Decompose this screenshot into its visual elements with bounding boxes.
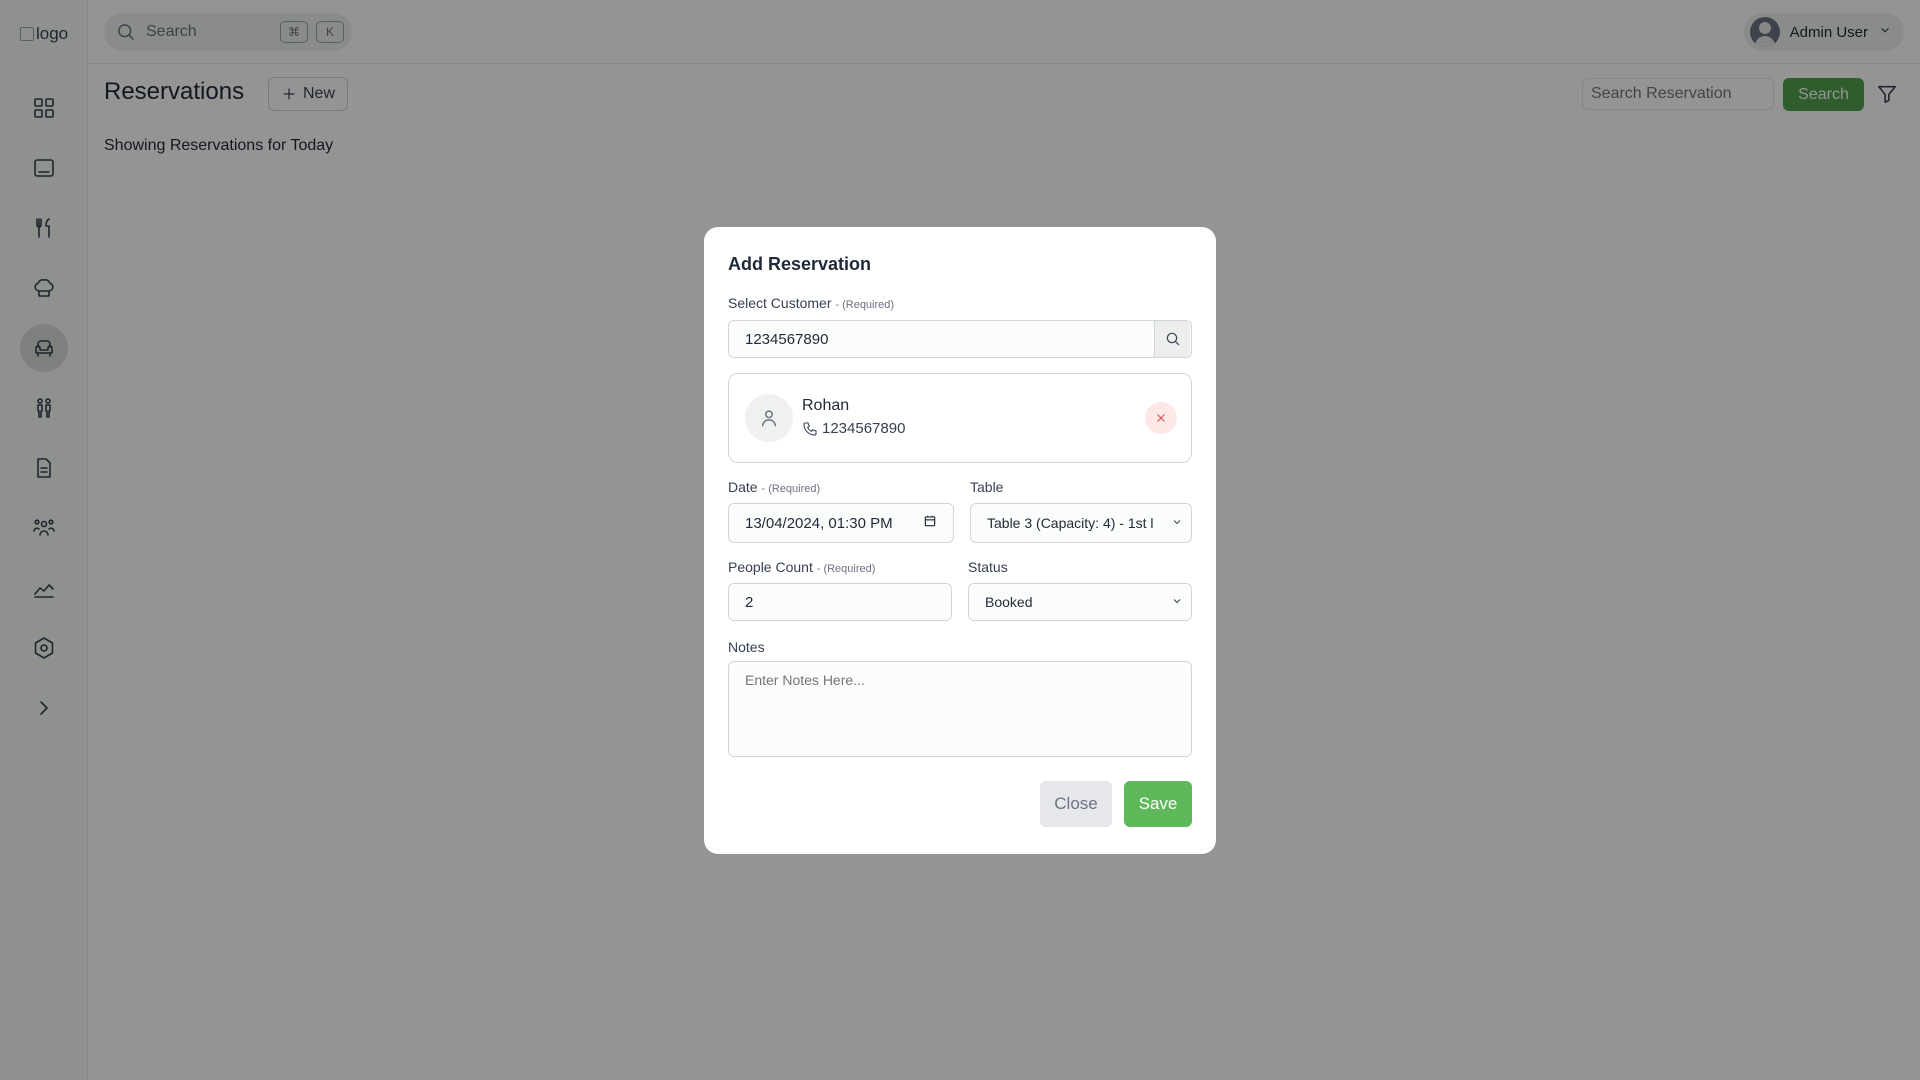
remove-customer-button[interactable] (1145, 402, 1177, 434)
status-label: Status (968, 559, 1008, 575)
people-count-input[interactable]: 2 (728, 583, 952, 621)
customer-search-value: 1234567890 (745, 330, 829, 348)
date-label: Date - (Required) (728, 479, 820, 495)
date-input[interactable]: 13/04/2024, 01:30 PM (728, 503, 954, 543)
close-icon (1157, 414, 1165, 422)
required-hint: - (Required) (761, 483, 821, 495)
people-count-value: 2 (745, 593, 754, 611)
status-select[interactable]: Booked (968, 583, 1192, 621)
customer-phone: 1234567890 (802, 420, 905, 437)
people-count-label: People Count - (Required) (728, 559, 875, 575)
notes-label: Notes (728, 639, 765, 655)
user-icon (761, 410, 777, 427)
table-label: Table (970, 479, 1004, 495)
chevron-down-icon (1171, 515, 1183, 531)
customer-label: Select Customer - (Required) (728, 295, 894, 311)
customer-search-input[interactable]: 1234567890 (728, 320, 1192, 358)
status-value: Booked (985, 594, 1033, 610)
customer-avatar (745, 394, 793, 442)
selected-customer-card: Rohan 1234567890 (728, 373, 1192, 463)
phone-icon (803, 421, 817, 436)
customer-name: Rohan (802, 397, 850, 414)
customer-label-text: Select Customer (728, 295, 832, 311)
save-button[interactable]: Save (1124, 781, 1192, 827)
customer-phone-value: 1234567890 (822, 420, 906, 437)
close-button[interactable]: Close (1040, 781, 1112, 827)
notes-textarea[interactable] (728, 661, 1192, 757)
people-label-text: People Count (728, 559, 813, 575)
date-value: 13/04/2024, 01:30 PM (745, 514, 893, 532)
add-reservation-modal: Add Reservation Select Customer - (Requi… (704, 227, 1216, 854)
required-hint: - (Required) (816, 563, 876, 575)
calendar-icon[interactable] (923, 514, 937, 532)
date-label-text: Date (728, 479, 758, 495)
table-value: Table 3 (Capacity: 4) - 1st l (987, 515, 1154, 531)
search-icon (1166, 332, 1179, 346)
customer-search-button[interactable] (1154, 321, 1190, 357)
required-hint: - (Required) (835, 299, 895, 311)
chevron-down-icon (1171, 594, 1183, 610)
table-select[interactable]: Table 3 (Capacity: 4) - 1st l (970, 503, 1192, 543)
modal-title: Add Reservation (728, 254, 872, 274)
